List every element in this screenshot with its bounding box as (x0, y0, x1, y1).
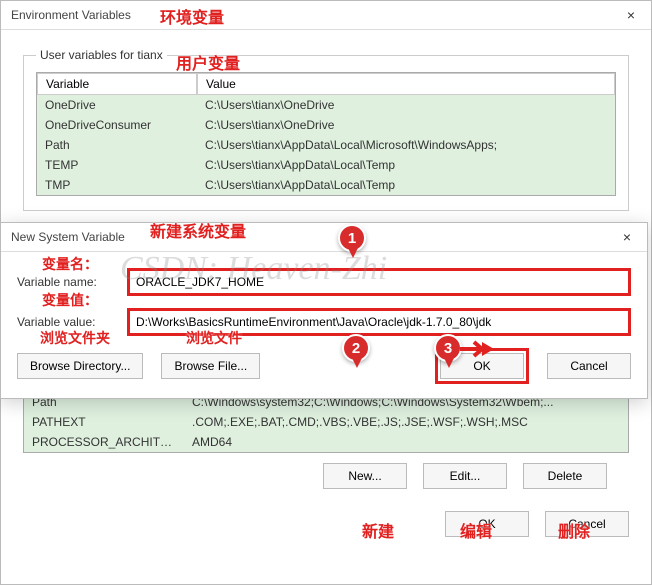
user-variables-legend: User variables for tianx (36, 48, 167, 62)
edit-button[interactable]: Edit... (423, 463, 507, 489)
user-variables-group: User variables for tianx Variable Value … (23, 48, 629, 211)
table-row[interactable]: PathC:\Users\tianx\AppData\Local\Microso… (37, 135, 615, 155)
table-row[interactable]: PATHEXT.COM;.EXE;.BAT;.CMD;.VBS;.VBE;.JS… (24, 412, 628, 432)
ok-highlight: OK (435, 348, 529, 384)
cancel-button[interactable]: Cancel (547, 353, 631, 379)
ok-button[interactable]: OK (445, 511, 529, 537)
grid-header: Variable Value (37, 73, 615, 95)
variable-value-row: Variable value: (17, 308, 631, 336)
table-row[interactable]: OneDriveC:\Users\tianx\OneDrive (37, 95, 615, 115)
table-row[interactable]: TMPC:\Users\tianx\AppData\Local\Temp (37, 175, 615, 195)
cancel-button[interactable]: Cancel (545, 511, 629, 537)
env-titlebar: Environment Variables × (1, 1, 651, 30)
user-variables-grid[interactable]: Variable Value OneDriveC:\Users\tianx\On… (36, 72, 616, 196)
ok-button[interactable]: OK (440, 353, 524, 379)
close-icon[interactable]: × (617, 229, 637, 245)
col-value[interactable]: Value (197, 73, 615, 95)
variable-value-input[interactable] (127, 308, 631, 336)
variable-name-input[interactable] (127, 268, 631, 296)
nsv-title: New System Variable (11, 230, 125, 244)
nsv-button-row: Browse Directory... Browse File... OK Ca… (17, 348, 631, 384)
table-row[interactable]: PROCESSOR_ARCHITECTUREAMD64 (24, 432, 628, 452)
variable-name-label: Variable name: (17, 275, 127, 289)
table-row[interactable]: TEMPC:\Users\tianx\AppData\Local\Temp (37, 155, 615, 175)
variable-name-row: Variable name: (17, 268, 631, 296)
variable-value-label: Variable value: (17, 315, 127, 329)
env-title: Environment Variables (11, 8, 131, 22)
close-icon[interactable]: × (621, 7, 641, 23)
footer-buttons: OK Cancel (1, 511, 629, 537)
new-system-variable-dialog: New System Variable × Variable name: Var… (0, 222, 648, 399)
nsv-titlebar: New System Variable × (1, 223, 647, 252)
new-button[interactable]: New... (323, 463, 407, 489)
col-variable[interactable]: Variable (37, 73, 197, 95)
browse-file-button[interactable]: Browse File... (161, 353, 260, 379)
table-row[interactable]: OneDriveConsumerC:\Users\tianx\OneDrive (37, 115, 615, 135)
delete-button[interactable]: Delete (523, 463, 607, 489)
browse-directory-button[interactable]: Browse Directory... (17, 353, 143, 379)
system-buttons: New... Edit... Delete (23, 463, 607, 489)
